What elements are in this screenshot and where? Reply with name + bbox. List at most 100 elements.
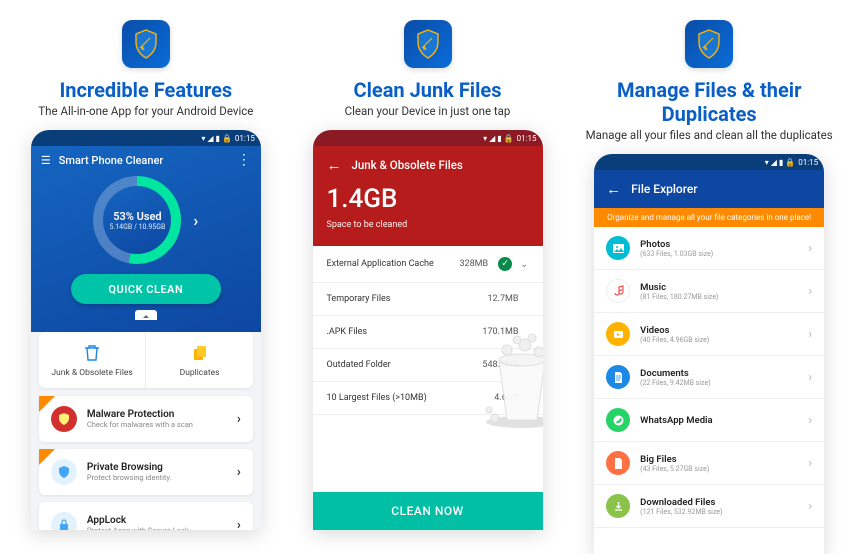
category-row-photos[interactable]: Photos(633 Files, 1.03GB size)› [594, 227, 824, 270]
row-label: Temporary Files [327, 294, 488, 304]
status-bar: ▾ ◢ ▮ 🔒 01:15 [31, 130, 261, 146]
feature-sub: Protect browsing identity. [87, 473, 227, 482]
screen-title: Junk & Obsolete Files [352, 158, 463, 172]
chevron-right-icon: › [237, 465, 241, 480]
junk-row[interactable]: 10 Largest Files (>10MB)4.6GB [313, 382, 543, 415]
app-logo-icon [685, 20, 733, 68]
check-icon[interactable]: ✓ [498, 257, 512, 271]
category-row-bigfiles[interactable]: Big Files(43 Files, 5.27GB size)› [594, 442, 824, 485]
category-row-videos[interactable]: Videos(40 Files, 4.96GB size)› [594, 313, 824, 356]
category-sub: (40 Files, 4.96GB size) [640, 336, 808, 344]
category-title: Documents [640, 368, 808, 379]
storage-detail: 5.14GB / 10.95GB [109, 223, 165, 231]
junk-row[interactable]: .APK Files170.1MB [313, 316, 543, 349]
junk-list: External Application Cache328MB✓⌄ Tempor… [313, 246, 543, 415]
chevron-right-icon: › [808, 327, 812, 342]
row-label: Outdated Folder [327, 360, 483, 370]
more-icon[interactable]: ⋮ [237, 152, 251, 168]
category-row-downloads[interactable]: Downloaded Files(121 Files, 532.92MB siz… [594, 485, 824, 528]
shortcut-buttons: Junk & Obsolete Files Duplicates [39, 332, 253, 388]
quick-clean-button[interactable]: QUICK CLEAN [71, 274, 221, 304]
chevron-right-icon: › [237, 518, 241, 531]
status-time: 01:15 [235, 134, 255, 143]
category-sub: (121 Files, 532.92MB size) [640, 508, 808, 516]
category-title: Big Files [640, 454, 808, 465]
category-title: Videos [640, 325, 808, 336]
junk-size-sub: Space to be cleaned [327, 220, 529, 230]
category-row-documents[interactable]: Documents(22 Files, 9.42MB size)› [594, 356, 824, 399]
status-bar: ▾ ◢ ▮ 🔒 01:15 [313, 130, 543, 146]
column-subtitle: Manage all your files and clean all the … [586, 128, 833, 142]
music-icon [606, 279, 630, 303]
chevron-right-icon: › [237, 412, 241, 427]
chevron-right-icon: › [808, 241, 812, 256]
app-logo-icon [404, 20, 452, 68]
junk-files-shortcut[interactable]: Junk & Obsolete Files [39, 332, 147, 388]
feature-title: Private Browsing [87, 462, 227, 473]
new-ribbon-icon [39, 396, 55, 412]
junk-row[interactable]: Temporary Files12.7MB [313, 283, 543, 316]
info-banner: Organize and manage all your file catego… [594, 208, 824, 227]
explorer-header: ← File Explorer [594, 170, 824, 208]
row-label: External Application Cache [327, 259, 460, 269]
shortcut-label: Duplicates [180, 368, 220, 378]
whatsapp-icon [606, 408, 630, 432]
category-sub: (43 Files, 5.27GB size) [640, 465, 808, 473]
feature-sub: Check for malwares with a scan [87, 420, 227, 429]
phone-screenshot-1: ▾ ◢ ▮ 🔒 01:15 ☰ Smart Phone Cleaner ⋮ 53… [31, 130, 261, 530]
photos-icon [606, 236, 630, 260]
file-category-list: Photos(633 Files, 1.03GB size)› Music(81… [594, 227, 824, 528]
status-icons: ▾ ◢ ▮ 🔒 [483, 134, 513, 143]
category-row-whatsapp[interactable]: WhatsApp Media› [594, 399, 824, 442]
feature-sub: Protect Apps with Secure Lock [87, 526, 227, 530]
app-title: Smart Phone Cleaner [59, 154, 164, 167]
bigfiles-icon [606, 451, 630, 475]
row-value: 548.3MB [482, 360, 518, 370]
status-bar: ▾ ◢ ▮ 🔒 01:15 [594, 154, 824, 170]
column-title: Incredible Features [59, 78, 232, 102]
trash-icon [81, 342, 103, 364]
column-subtitle: The All-in-one App for your Android Devi… [38, 104, 253, 118]
back-arrow-icon[interactable]: ← [327, 156, 342, 174]
feature-column-2: Clean Junk Files Clean your Device in ju… [292, 20, 564, 554]
row-value: 4.6GB [494, 393, 518, 403]
download-icon [606, 494, 630, 518]
feature-row-browsing[interactable]: Private BrowsingProtect browsing identit… [39, 449, 253, 495]
chevron-right-icon: › [808, 499, 812, 514]
main-header: ☰ Smart Phone Cleaner ⋮ 53% Used 5.14GB … [31, 146, 261, 332]
feature-row-malware[interactable]: Malware ProtectionCheck for malwares wit… [39, 396, 253, 442]
feature-row-applock[interactable]: AppLockProtect Apps with Secure Lock › [39, 502, 253, 530]
documents-icon [606, 365, 630, 389]
clean-now-button[interactable]: CLEAN NOW [313, 492, 543, 530]
chevron-down-icon[interactable]: ⌄ [520, 259, 528, 270]
phone-screenshot-3: ▾ ◢ ▮ 🔒 01:15 ← File Explorer Organize a… [594, 154, 824, 554]
status-time: 01:15 [798, 158, 818, 167]
column-title: Clean Junk Files [354, 78, 502, 102]
column-subtitle: Clean your Device in just one tap [345, 104, 511, 118]
hamburger-icon[interactable]: ☰ [41, 154, 51, 167]
lock-icon [51, 512, 77, 530]
duplicates-shortcut[interactable]: Duplicates [146, 332, 253, 388]
expand-tab-icon[interactable] [135, 310, 157, 320]
storage-percent: 53% Used [113, 210, 161, 223]
feature-column-1: Incredible Features The All-in-one App f… [10, 20, 282, 554]
row-label: 10 Largest Files (>10MB) [327, 393, 495, 403]
duplicates-icon [189, 342, 211, 364]
chevron-right-icon: › [808, 413, 812, 428]
app-logo-icon [122, 20, 170, 68]
category-row-music[interactable]: Music(81 Files, 180.27MB size)› [594, 270, 824, 313]
category-title: WhatsApp Media [640, 415, 808, 426]
videos-icon [606, 322, 630, 346]
phone-screenshot-2: ▾ ◢ ▮ 🔒 01:15 ← Junk & Obsolete Files 1.… [313, 130, 543, 530]
junk-row[interactable]: External Application Cache328MB✓⌄ [313, 246, 543, 283]
junk-row[interactable]: Outdated Folder548.3MB [313, 349, 543, 382]
feature-title: AppLock [87, 515, 227, 526]
status-icons: ▾ ◢ ▮ 🔒 [201, 134, 231, 143]
junk-header: ← Junk & Obsolete Files 1.4GB Space to b… [313, 146, 543, 246]
chevron-right-icon[interactable]: › [193, 211, 198, 230]
storage-ring[interactable]: 53% Used 5.14GB / 10.95GB [93, 176, 181, 264]
category-sub: (81 Files, 180.27MB size) [640, 293, 808, 301]
status-time: 01:15 [517, 134, 537, 143]
new-ribbon-icon [39, 449, 55, 465]
back-arrow-icon[interactable]: ← [606, 180, 621, 198]
